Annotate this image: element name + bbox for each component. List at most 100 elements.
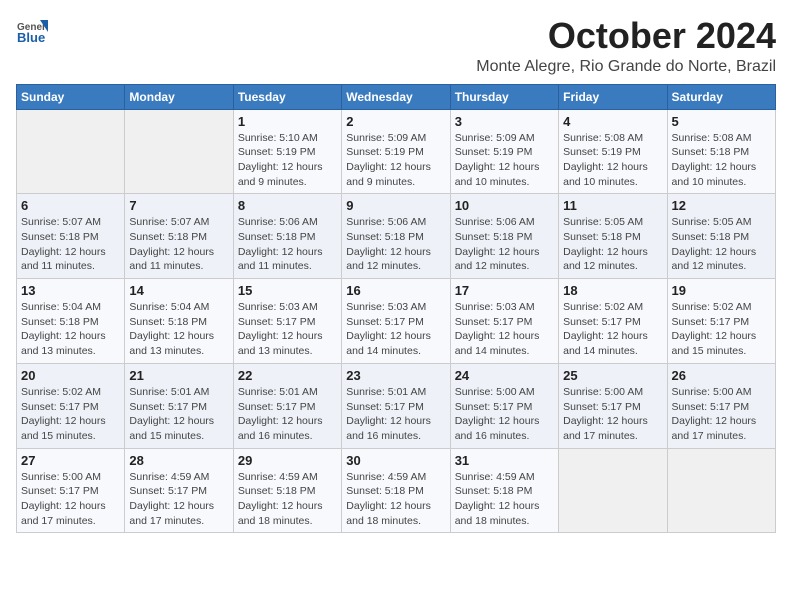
day-number: 3 — [455, 114, 554, 129]
calendar-day-cell: 18 Sunrise: 5:02 AM Sunset: 5:17 PM Dayli… — [559, 279, 667, 364]
day-info: Sunrise: 5:06 AM Sunset: 5:18 PM Dayligh… — [238, 215, 337, 274]
calendar-week-row: 27 Sunrise: 5:00 AM Sunset: 5:17 PM Dayli… — [17, 448, 776, 533]
day-info: Sunrise: 5:03 AM Sunset: 5:17 PM Dayligh… — [238, 300, 337, 359]
day-number: 1 — [238, 114, 337, 129]
month-title: October 2024 — [476, 16, 776, 56]
calendar-day-cell: 23 Sunrise: 5:01 AM Sunset: 5:17 PM Dayli… — [342, 363, 450, 448]
weekday-header-cell: Friday — [559, 84, 667, 109]
day-info: Sunrise: 5:01 AM Sunset: 5:17 PM Dayligh… — [238, 385, 337, 444]
calendar-day-cell: 6Sunrise: 5:07 AM Sunset: 5:18 PM Daylig… — [17, 194, 125, 279]
calendar-day-cell: 12 Sunrise: 5:05 AM Sunset: 5:18 PM Dayli… — [667, 194, 775, 279]
day-info: Sunrise: 5:09 AM Sunset: 5:19 PM Dayligh… — [346, 131, 445, 190]
calendar-day-cell: 17 Sunrise: 5:03 AM Sunset: 5:17 PM Dayli… — [450, 279, 558, 364]
calendar-body: 1 Sunrise: 5:10 AM Sunset: 5:19 PM Daylig… — [17, 109, 776, 533]
calendar-day-cell: 5Sunrise: 5:08 AM Sunset: 5:18 PM Daylig… — [667, 109, 775, 194]
calendar-day-cell: 31 Sunrise: 4:59 AM Sunset: 5:18 PM Dayli… — [450, 448, 558, 533]
calendar-day-cell: 20Sunrise: 5:02 AM Sunset: 5:17 PM Dayli… — [17, 363, 125, 448]
day-info: Sunrise: 5:05 AM Sunset: 5:18 PM Dayligh… — [563, 215, 662, 274]
day-number: 15 — [238, 283, 337, 298]
day-number: 10 — [455, 198, 554, 213]
day-info: Sunrise: 5:03 AM Sunset: 5:17 PM Dayligh… — [346, 300, 445, 359]
calendar-day-cell: 24Sunrise: 5:00 AM Sunset: 5:17 PM Dayli… — [450, 363, 558, 448]
calendar-day-cell: 14Sunrise: 5:04 AM Sunset: 5:18 PM Dayli… — [125, 279, 233, 364]
logo-icon: General Blue — [16, 16, 48, 48]
calendar-day-cell: 30 Sunrise: 4:59 AM Sunset: 5:18 PM Dayli… — [342, 448, 450, 533]
day-info: Sunrise: 5:02 AM Sunset: 5:17 PM Dayligh… — [672, 300, 771, 359]
day-info: Sunrise: 5:07 AM Sunset: 5:18 PM Dayligh… — [129, 215, 228, 274]
calendar-day-cell: 22 Sunrise: 5:01 AM Sunset: 5:17 PM Dayli… — [233, 363, 341, 448]
calendar-day-cell: 25 Sunrise: 5:00 AM Sunset: 5:17 PM Dayli… — [559, 363, 667, 448]
page-header: General Blue October 2024 Monte Alegre, … — [16, 16, 776, 76]
day-number: 25 — [563, 368, 662, 383]
calendar-day-cell — [667, 448, 775, 533]
calendar-day-cell — [125, 109, 233, 194]
day-info: Sunrise: 5:00 AM Sunset: 5:17 PM Dayligh… — [21, 470, 120, 529]
day-number: 2 — [346, 114, 445, 129]
day-number: 31 — [455, 453, 554, 468]
day-info: Sunrise: 5:00 AM Sunset: 5:17 PM Dayligh… — [672, 385, 771, 444]
day-number: 29 — [238, 453, 337, 468]
day-number: 22 — [238, 368, 337, 383]
calendar-day-cell: 1 Sunrise: 5:10 AM Sunset: 5:19 PM Daylig… — [233, 109, 341, 194]
day-number: 17 — [455, 283, 554, 298]
day-number: 7 — [129, 198, 228, 213]
day-info: Sunrise: 5:02 AM Sunset: 5:17 PM Dayligh… — [563, 300, 662, 359]
calendar-day-cell: 19 Sunrise: 5:02 AM Sunset: 5:17 PM Dayli… — [667, 279, 775, 364]
calendar-day-cell: 10 Sunrise: 5:06 AM Sunset: 5:18 PM Dayli… — [450, 194, 558, 279]
location-title: Monte Alegre, Rio Grande do Norte, Brazi… — [476, 58, 776, 76]
day-number: 23 — [346, 368, 445, 383]
day-number: 28 — [129, 453, 228, 468]
day-number: 8 — [238, 198, 337, 213]
day-info: Sunrise: 4:59 AM Sunset: 5:18 PM Dayligh… — [455, 470, 554, 529]
calendar-day-cell: 7 Sunrise: 5:07 AM Sunset: 5:18 PM Daylig… — [125, 194, 233, 279]
calendar-day-cell: 3Sunrise: 5:09 AM Sunset: 5:19 PM Daylig… — [450, 109, 558, 194]
day-number: 20 — [21, 368, 120, 383]
day-info: Sunrise: 5:01 AM Sunset: 5:17 PM Dayligh… — [346, 385, 445, 444]
calendar-day-cell — [559, 448, 667, 533]
calendar-day-cell: 16 Sunrise: 5:03 AM Sunset: 5:17 PM Dayli… — [342, 279, 450, 364]
day-number: 14 — [129, 283, 228, 298]
calendar-day-cell: 2 Sunrise: 5:09 AM Sunset: 5:19 PM Daylig… — [342, 109, 450, 194]
day-number: 18 — [563, 283, 662, 298]
day-number: 27 — [21, 453, 120, 468]
calendar-week-row: 6 Sunrise: 5:07 AM Sunset: 5:18 PM Daylig… — [17, 194, 776, 279]
day-number: 11 — [563, 198, 662, 213]
calendar-day-cell — [17, 109, 125, 194]
weekday-header-cell: Sunday — [17, 84, 125, 109]
svg-text:Blue: Blue — [17, 30, 45, 45]
day-info: Sunrise: 5:08 AM Sunset: 5:18 PM Dayligh… — [672, 131, 771, 190]
day-number: 12 — [672, 198, 771, 213]
day-number: 6 — [21, 198, 120, 213]
calendar-day-cell: 21Sunrise: 5:01 AM Sunset: 5:17 PM Dayli… — [125, 363, 233, 448]
day-number: 19 — [672, 283, 771, 298]
day-info: Sunrise: 5:10 AM Sunset: 5:19 PM Dayligh… — [238, 131, 337, 190]
day-number: 30 — [346, 453, 445, 468]
weekday-header-cell: Thursday — [450, 84, 558, 109]
calendar-week-row: 1 Sunrise: 5:10 AM Sunset: 5:19 PM Daylig… — [17, 109, 776, 194]
weekday-header-row: SundayMondayTuesdayWednesdayThursdayFrid… — [17, 84, 776, 109]
weekday-header-cell: Monday — [125, 84, 233, 109]
day-number: 13 — [21, 283, 120, 298]
day-info: Sunrise: 4:59 AM Sunset: 5:18 PM Dayligh… — [238, 470, 337, 529]
calendar-week-row: 13 Sunrise: 5:04 AM Sunset: 5:18 PM Dayli… — [17, 279, 776, 364]
day-info: Sunrise: 4:59 AM Sunset: 5:17 PM Dayligh… — [129, 470, 228, 529]
day-info: Sunrise: 5:04 AM Sunset: 5:18 PM Dayligh… — [21, 300, 120, 359]
day-info: Sunrise: 5:06 AM Sunset: 5:18 PM Dayligh… — [455, 215, 554, 274]
day-info: Sunrise: 5:05 AM Sunset: 5:18 PM Dayligh… — [672, 215, 771, 274]
day-number: 4 — [563, 114, 662, 129]
day-info: Sunrise: 5:00 AM Sunset: 5:17 PM Dayligh… — [455, 385, 554, 444]
logo: General Blue — [16, 16, 54, 48]
day-info: Sunrise: 5:08 AM Sunset: 5:19 PM Dayligh… — [563, 131, 662, 190]
day-number: 16 — [346, 283, 445, 298]
day-info: Sunrise: 5:03 AM Sunset: 5:17 PM Dayligh… — [455, 300, 554, 359]
calendar-day-cell: 4 Sunrise: 5:08 AM Sunset: 5:19 PM Daylig… — [559, 109, 667, 194]
calendar-day-cell: 15 Sunrise: 5:03 AM Sunset: 5:17 PM Dayli… — [233, 279, 341, 364]
day-info: Sunrise: 4:59 AM Sunset: 5:18 PM Dayligh… — [346, 470, 445, 529]
day-info: Sunrise: 5:01 AM Sunset: 5:17 PM Dayligh… — [129, 385, 228, 444]
calendar-day-cell: 11 Sunrise: 5:05 AM Sunset: 5:18 PM Dayli… — [559, 194, 667, 279]
calendar-day-cell: 13 Sunrise: 5:04 AM Sunset: 5:18 PM Dayli… — [17, 279, 125, 364]
calendar-day-cell: 26Sunrise: 5:00 AM Sunset: 5:17 PM Dayli… — [667, 363, 775, 448]
calendar-day-cell: 29 Sunrise: 4:59 AM Sunset: 5:18 PM Dayli… — [233, 448, 341, 533]
day-info: Sunrise: 5:00 AM Sunset: 5:17 PM Dayligh… — [563, 385, 662, 444]
calendar-week-row: 20Sunrise: 5:02 AM Sunset: 5:17 PM Dayli… — [17, 363, 776, 448]
